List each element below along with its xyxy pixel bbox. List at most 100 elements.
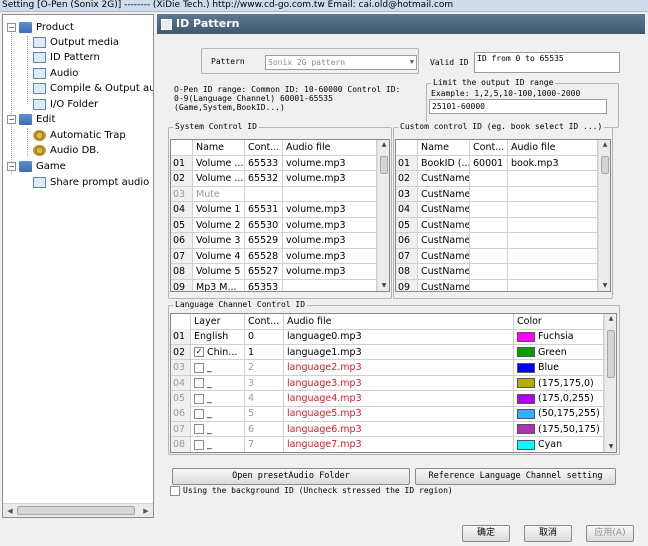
cell-cont[interactable]: 5 — [245, 406, 284, 422]
cell-audio[interactable] — [283, 186, 377, 202]
column-header[interactable]: Layer — [191, 314, 245, 330]
cell-cont[interactable]: 60001 — [470, 155, 508, 171]
cell-name[interactable]: Mute — [193, 186, 245, 202]
open-preset-audio-folder-button[interactable]: Open presetAudio Folder — [172, 468, 410, 485]
cell-audio[interactable] — [508, 233, 598, 249]
cell-audio[interactable]: language4.mp3 — [284, 391, 514, 407]
collapse-icon[interactable]: − — [7, 162, 16, 171]
scroll-up-icon[interactable]: ▲ — [378, 140, 389, 150]
cell-audio[interactable]: volume.mp3 — [283, 264, 377, 280]
column-header[interactable]: Audio file — [508, 140, 598, 156]
system-table-row[interactable]: 03 Mute — [171, 186, 377, 202]
tree-horizontal-scrollbar[interactable]: ◀ ▶ — [3, 503, 153, 517]
language-table-row[interactable]: 07 _ 6 language6.mp3 (175,50,175) — [171, 421, 604, 438]
tree-item-audio[interactable]: Audio — [33, 66, 78, 81]
cell-name[interactable]: Volume 5 — [193, 264, 245, 280]
system-table-row[interactable]: 06 Volume 3 65529 volume.mp3 — [171, 233, 377, 249]
cell-cont[interactable]: 65533 — [245, 155, 283, 171]
tree-item-automatic-trap[interactable]: Automatic Trap — [33, 128, 126, 143]
cell-name[interactable]: BookID (... — [418, 155, 470, 171]
language-table-row[interactable]: 02 ✓ Chin... 1 language1.mp3 Green — [171, 344, 604, 361]
cell-color[interactable]: (175,50,175) — [514, 421, 604, 438]
cell-audio[interactable] — [508, 279, 598, 291]
scroll-up-icon[interactable]: ▲ — [605, 314, 616, 324]
tree-item-product[interactable]: − Product — [7, 20, 74, 35]
color-swatch[interactable] — [517, 378, 535, 389]
cell-layer[interactable]: English — [191, 329, 245, 345]
pattern-select[interactable]: Sonix 2G pattern ▼ — [265, 55, 417, 70]
cell-layer[interactable]: _ — [191, 391, 245, 407]
color-swatch[interactable] — [517, 331, 535, 342]
cell-cont[interactable] — [245, 186, 283, 202]
tree-item-game[interactable]: − Game — [7, 159, 66, 174]
custom-table-row[interactable]: 09 CustName — [396, 279, 598, 291]
scroll-thumb[interactable] — [601, 156, 609, 174]
layer-checkbox[interactable] — [194, 424, 204, 435]
vertical-scrollbar[interactable]: ▲ ▼ — [604, 314, 616, 452]
cell-layer[interactable]: _ — [191, 437, 245, 452]
cell-name[interactable]: Volume ... — [193, 155, 245, 171]
cell-cont[interactable]: 65530 — [245, 217, 283, 233]
cell-name[interactable]: CustName — [418, 233, 470, 249]
language-table-row[interactable]: 03 _ 2 language2.mp3 Blue — [171, 360, 604, 376]
cell-cont[interactable]: 7 — [245, 437, 284, 452]
layer-checkbox[interactable] — [194, 362, 204, 373]
cell-cont[interactable]: 65528 — [245, 248, 283, 264]
scroll-thumb[interactable] — [380, 156, 388, 174]
cell-name[interactable]: Volume ... — [193, 171, 245, 187]
scroll-right-icon[interactable]: ▶ — [141, 506, 151, 516]
color-swatch[interactable] — [517, 362, 535, 373]
cell-audio[interactable] — [283, 279, 377, 291]
navigation-tree[interactable]: − Product Output media ID Pattern Audio … — [2, 14, 154, 518]
cell-audio[interactable] — [508, 264, 598, 280]
cell-cont[interactable]: 2 — [245, 360, 284, 376]
collapse-icon[interactable]: − — [7, 115, 16, 124]
cell-audio[interactable]: language7.mp3 — [284, 437, 514, 452]
background-id-option[interactable]: Using the background ID (Uncheck stresse… — [170, 486, 453, 496]
cell-name[interactable]: CustName — [418, 264, 470, 280]
cell-name[interactable]: Volume 1 — [193, 202, 245, 218]
scroll-thumb[interactable] — [17, 506, 135, 515]
tree-item-share-prompt-audio[interactable]: Share prompt audio (Sy — [33, 175, 153, 190]
cell-layer[interactable]: _ — [191, 406, 245, 422]
cell-color[interactable]: Cyan — [514, 437, 604, 452]
ok-button[interactable]: 确定 — [462, 525, 510, 542]
system-table-row[interactable]: 02 Volume ... 65532 volume.mp3 — [171, 171, 377, 187]
scroll-down-icon[interactable]: ▼ — [599, 281, 610, 291]
cell-audio[interactable]: volume.mp3 — [283, 202, 377, 218]
collapse-icon[interactable]: − — [7, 23, 16, 32]
cell-layer[interactable]: _ — [191, 360, 245, 376]
cell-audio[interactable]: language5.mp3 — [284, 406, 514, 422]
cell-color[interactable]: (175,175,0) — [514, 375, 604, 392]
cell-cont[interactable]: 3 — [245, 375, 284, 392]
system-table-row[interactable]: 04 Volume 1 65531 volume.mp3 — [171, 202, 377, 218]
color-swatch[interactable] — [517, 347, 535, 358]
scroll-down-icon[interactable]: ▼ — [378, 281, 389, 291]
valid-id-field[interactable]: ID from 0 to 65535 — [474, 52, 620, 73]
column-header[interactable]: Cont... — [470, 140, 508, 156]
cell-audio[interactable]: language2.mp3 — [284, 360, 514, 376]
cell-name[interactable]: CustName — [418, 248, 470, 264]
cell-color[interactable]: (50,175,255) — [514, 406, 604, 422]
layer-checkbox[interactable] — [194, 439, 204, 450]
cell-cont[interactable]: 65532 — [245, 171, 283, 187]
custom-table-row[interactable]: 05 CustName — [396, 217, 598, 233]
cell-cont[interactable] — [470, 202, 508, 218]
cell-name[interactable]: Volume 4 — [193, 248, 245, 264]
cell-cont[interactable] — [470, 248, 508, 264]
column-header[interactable]: Audio file — [284, 314, 514, 330]
column-header[interactable]: Color — [514, 314, 604, 330]
cell-cont[interactable]: 65529 — [245, 233, 283, 249]
layer-checkbox[interactable] — [194, 408, 204, 419]
system-table-row[interactable]: 08 Volume 5 65527 volume.mp3 — [171, 264, 377, 280]
system-control-table[interactable]: Name Cont... Audio file 01 Volume ... 65533 vo… — [170, 139, 390, 292]
tree-item-compile-output[interactable]: Compile & Output audio — [33, 81, 153, 96]
language-channel-table[interactable]: Layer Cont... Audio file Color 01 English 0 lan… — [170, 313, 617, 453]
cell-audio[interactable]: language1.mp3 — [284, 344, 514, 361]
column-header[interactable]: Cont... — [245, 140, 283, 156]
column-header[interactable]: Cont... — [245, 314, 284, 330]
cell-cont[interactable] — [470, 186, 508, 202]
color-swatch[interactable] — [517, 393, 535, 404]
column-header[interactable]: Name — [193, 140, 245, 156]
vertical-scrollbar[interactable]: ▲ ▼ — [377, 140, 389, 291]
